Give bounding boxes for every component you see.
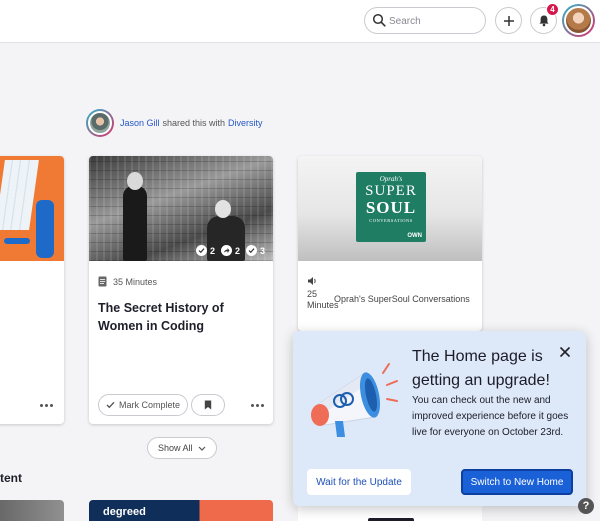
search-input[interactable] (389, 13, 481, 29)
supersoul-cover: Oprah's SUPER SOUL CONVERSATIONS OWN (356, 172, 426, 242)
card-thumbnail: Oprah's SUPER SOUL CONVERSATIONS OWN (298, 156, 482, 261)
shared-by-line: Jason Gill shared this with Diversity (86, 109, 263, 137)
user-avatar[interactable] (562, 4, 595, 37)
checkmark-icon (106, 401, 115, 409)
document-icon (98, 276, 107, 287)
search-box[interactable] (364, 7, 486, 34)
add-button[interactable] (495, 7, 522, 34)
sharer-avatar[interactable] (86, 109, 114, 137)
card-thumbnail (0, 156, 64, 261)
share-arrow-icon (220, 245, 232, 256)
help-button[interactable]: ? (578, 498, 594, 514)
completed-stat: 2 (195, 245, 215, 256)
card-thumbnail: 2 2 3 (89, 156, 273, 261)
shared-stat: 2 (220, 245, 240, 256)
popup-title: The Home page is getting an upgrade! (412, 348, 550, 389)
section-title: tent (0, 471, 22, 485)
search-icon (372, 13, 386, 27)
bottom-card-left[interactable] (0, 500, 64, 521)
mark-complete-button[interactable]: Mark Complete (98, 394, 189, 416)
card-duration: 25 Minutes (307, 289, 339, 310)
megaphone-icon (311, 363, 398, 437)
switch-to-new-home-button[interactable]: Switch to New Home (461, 469, 573, 495)
card-source: Oprah's SuperSoul Conversations (334, 294, 470, 304)
content-card-main[interactable]: 2 2 3 35 Minutes The Secret History of W… (89, 156, 273, 424)
card-duration: 35 Minutes (113, 276, 158, 287)
show-all-button[interactable]: Show All (147, 437, 217, 459)
upgrade-popup: The Home page is getting an upgrade! You… (293, 331, 586, 506)
audio-icon (308, 277, 316, 285)
card-stats: 2 2 3 (195, 245, 265, 256)
close-icon[interactable] (558, 345, 572, 359)
check-circle-icon (195, 245, 207, 256)
bookmark-icon (204, 400, 212, 410)
card-title[interactable]: The Secret History of Women in Coding (98, 299, 264, 335)
notification-badge: 4 (546, 3, 559, 16)
mark-complete-label: Mark Complete (119, 400, 181, 410)
group-link[interactable]: Diversity (228, 118, 263, 128)
help-icon: ? (582, 500, 590, 512)
more-options-button[interactable] (251, 404, 264, 407)
chevron-down-icon (198, 446, 205, 451)
top-bar: 4 (0, 0, 600, 43)
show-all-label: Show All (158, 443, 193, 453)
more-options-button[interactable] (40, 404, 53, 407)
recommended-stat: 3 (245, 245, 265, 256)
sharer-name-link[interactable]: Jason Gill (120, 118, 160, 128)
plus-icon (503, 15, 514, 26)
bottom-card-degreed[interactable]: degreed (89, 500, 273, 521)
check-badge-icon (245, 245, 257, 256)
content-card-left[interactable] (0, 156, 64, 424)
bookmark-button[interactable] (191, 394, 226, 416)
shared-text: shared this with (162, 118, 226, 128)
degreed-logo-text: degreed (103, 506, 146, 518)
content-card-right[interactable]: Oprah's SUPER SOUL CONVERSATIONS OWN 25 … (298, 156, 482, 331)
popup-text: You can check out the new and improved e… (412, 395, 569, 438)
card-meta: 35 Minutes (98, 276, 264, 287)
wait-for-update-button[interactable]: Wait for the Update (307, 469, 411, 495)
bell-icon (538, 15, 549, 27)
